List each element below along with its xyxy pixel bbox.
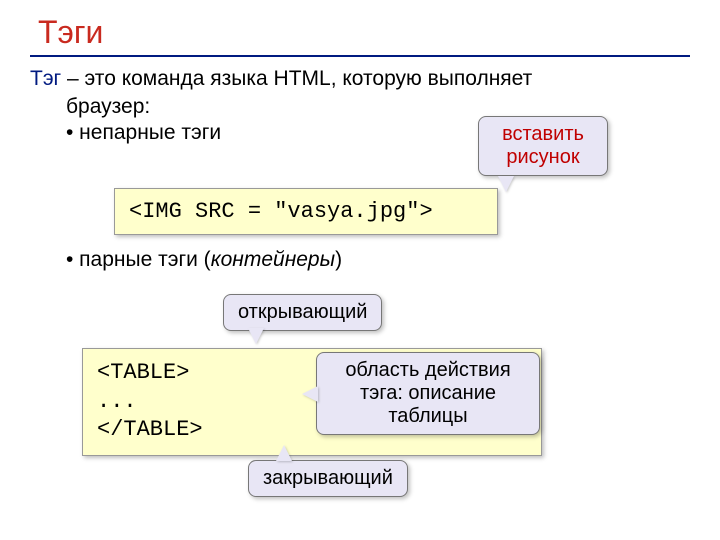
term: Тэг bbox=[30, 67, 61, 90]
bullet-2: • парные тэги (контейнеры) bbox=[66, 248, 342, 272]
callout-tail-closing bbox=[276, 445, 292, 461]
callout-tail-opening bbox=[248, 328, 264, 344]
b2-italic: контейнеры bbox=[211, 248, 335, 271]
callout-opening: открывающий bbox=[223, 294, 382, 331]
code-box-img: <IMG SRC = "vasya.jpg"> bbox=[114, 188, 498, 235]
b2-pre: • парные тэги ( bbox=[66, 248, 211, 271]
b2-post: ) bbox=[335, 248, 342, 271]
slide-title: Тэги bbox=[38, 14, 690, 51]
def-rest1: – это команда языка HTML, которую выполн… bbox=[61, 67, 532, 90]
callout-scope: область действия тэга: описание таблицы bbox=[316, 352, 540, 435]
title-rule bbox=[30, 55, 690, 57]
callout-tail-insert bbox=[498, 176, 514, 192]
callout-insert-image: вставить рисунок bbox=[478, 116, 608, 176]
definition-text: Тэг – это команда языка HTML, которую вы… bbox=[30, 67, 690, 91]
callout-tail-scope bbox=[302, 386, 318, 402]
callout-closing: закрывающий bbox=[248, 460, 408, 497]
